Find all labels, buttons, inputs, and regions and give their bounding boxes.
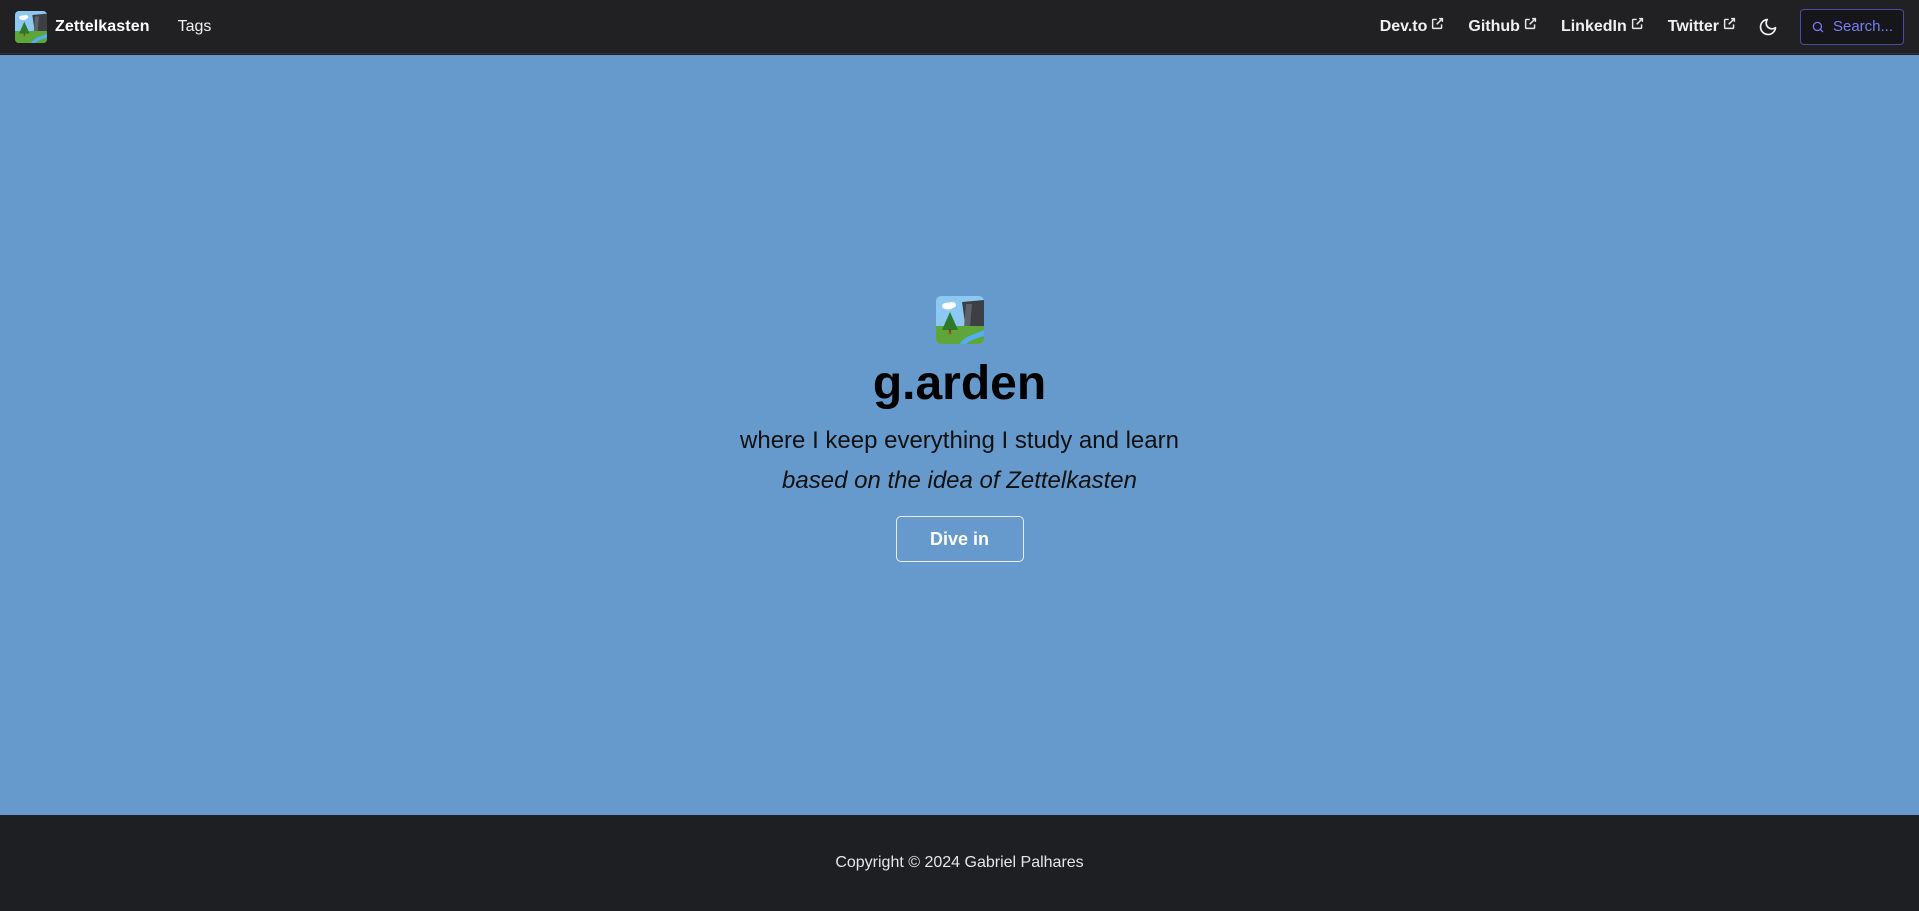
hero-section: g.arden where I keep everything I study …: [0, 55, 1919, 815]
brand-link[interactable]: Zettelkasten: [15, 10, 150, 43]
external-link-icon: [1631, 17, 1643, 30]
dive-in-button[interactable]: Dive in: [895, 516, 1024, 562]
search-placeholder: Search...: [1832, 18, 1893, 35]
search-icon: [1812, 21, 1824, 32]
github-link[interactable]: Github: [1468, 18, 1537, 36]
github-label: Github: [1468, 17, 1520, 35]
nav-right-group: Dev.to Github LinkedIn Twitter Search...: [1380, 8, 1904, 45]
hero-subtitle: where I keep everything I study and lear…: [740, 427, 1179, 454]
linkedin-link[interactable]: LinkedIn: [1561, 18, 1644, 36]
external-link-icon: [1524, 17, 1537, 30]
devto-label: Dev.to: [1379, 17, 1428, 35]
devto-link[interactable]: Dev.to: [1380, 18, 1445, 36]
footer: Copyright © 2024 Gabriel Palhares: [0, 815, 1919, 911]
hero-content: g.arden where I keep everything I study …: [740, 296, 1179, 562]
footer-copyright: Copyright © 2024 Gabriel Palhares: [835, 854, 1084, 871]
twitter-label: Twitter: [1667, 17, 1719, 35]
twitter-link[interactable]: Twitter: [1668, 18, 1736, 36]
national-park-hero-icon: [935, 296, 984, 344]
external-link-icon: [1432, 17, 1444, 30]
top-navbar: Zettelkasten Tags Dev.to Github LinkedIn…: [0, 0, 1919, 54]
linkedin-label: LinkedIn: [1560, 17, 1627, 35]
hero-tagline: based on the idea of Zettelkasten: [782, 467, 1137, 494]
national-park-logo-icon: [15, 10, 47, 43]
brand-name: Zettelkasten: [55, 17, 150, 35]
nav-tags-link[interactable]: Tags: [178, 18, 212, 36]
moon-icon: [1759, 18, 1777, 35]
hero-title: g.arden: [872, 357, 1047, 410]
external-link-icon: [1723, 17, 1736, 30]
search-button[interactable]: Search...: [1800, 8, 1904, 45]
theme-toggle-button[interactable]: [1756, 15, 1780, 39]
